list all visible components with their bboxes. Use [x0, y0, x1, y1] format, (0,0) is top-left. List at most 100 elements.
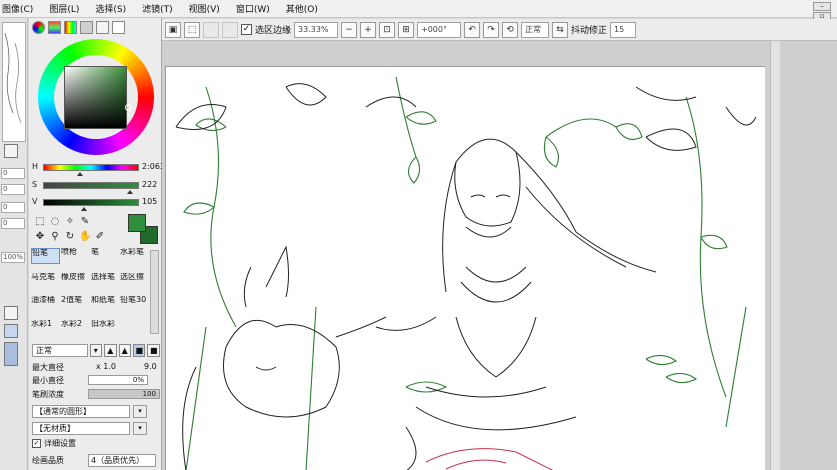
brush-shape-hard-icon[interactable]: ■ — [133, 343, 146, 357]
brush-shape-dropdown-icon[interactable]: ▾ — [133, 405, 147, 418]
select-all-icon[interactable]: ▣ — [165, 21, 181, 38]
rgb-slider-mode-icon[interactable] — [48, 21, 61, 34]
brush-watercolor-1[interactable]: 水彩1 — [31, 320, 60, 336]
lasso-icon[interactable]: ◌ — [49, 216, 61, 228]
color-wheel-mode-icon[interactable] — [32, 21, 45, 34]
swatch-mode-icon[interactable] — [96, 21, 109, 34]
brush-shape-combo[interactable]: 【通常的圆形】 — [32, 405, 130, 418]
stabilizer-field[interactable]: 15 — [610, 21, 637, 38]
brush-blend-select[interactable]: 正常 — [32, 343, 88, 357]
toolbar-blank-button[interactable] — [203, 21, 219, 38]
brush-marker[interactable]: 马克笔 — [31, 273, 60, 289]
h-slider-thumb[interactable] — [77, 172, 83, 176]
layer-button[interactable] — [4, 342, 18, 366]
magic-wand-icon[interactable]: ✧ — [64, 216, 76, 228]
brush-scrollbar[interactable] — [150, 250, 159, 334]
rotate-left-icon[interactable]: ↶ — [464, 21, 481, 38]
navigator-field[interactable]: 100% — [1, 252, 25, 263]
drawing-canvas[interactable] — [165, 66, 765, 470]
navigator-field[interactable]: 0 — [1, 218, 25, 229]
detail-settings-checkbox[interactable]: ✓ — [32, 439, 41, 448]
color-picker-marker[interactable] — [125, 104, 132, 111]
min-size-bar[interactable]: 0% — [88, 375, 148, 385]
foreground-color-swatch[interactable] — [128, 214, 146, 232]
scratchpad-mode-icon[interactable] — [112, 21, 125, 34]
h-slider-track[interactable] — [43, 164, 139, 171]
canvas-area[interactable] — [162, 41, 837, 470]
zoom-fit-icon[interactable]: ⊞ — [398, 21, 415, 38]
v-slider[interactable]: V 105 — [31, 197, 161, 211]
brush-shape-square-icon[interactable]: ■ — [147, 343, 160, 357]
quality-combo[interactable]: 4（品质优先） — [88, 454, 156, 467]
navigator-thumbnail[interactable] — [2, 22, 26, 142]
v-slider-thumb[interactable] — [81, 207, 87, 211]
zoom-reset-icon[interactable]: ⊡ — [379, 21, 396, 38]
brush-small-icon[interactable]: ✎ — [79, 216, 91, 228]
max-size-multiplier[interactable]: x 1.0 — [96, 362, 116, 371]
zoom-icon[interactable]: ⚲ — [49, 231, 61, 243]
menu-image[interactable]: 图像(C) — [2, 2, 33, 15]
toolbar-blank-button[interactable] — [222, 21, 238, 38]
move-icon[interactable]: ✥ — [34, 231, 46, 243]
brush-pencil[interactable]: 铅笔 — [31, 248, 60, 264]
toolbar-blend-mode[interactable]: 正常 — [521, 21, 550, 38]
minimize-icon[interactable]: – — [813, 2, 831, 11]
layer-button[interactable] — [4, 306, 18, 320]
rotate-reset-icon[interactable]: ⟲ — [502, 21, 519, 38]
brush-pencil30[interactable]: 铅笔30 — [120, 296, 149, 312]
color-saturation-square[interactable] — [64, 66, 127, 129]
v-slider-track[interactable] — [43, 199, 139, 206]
brush-select-eraser[interactable]: 选区擦 — [120, 273, 149, 289]
navigator-field[interactable]: 0 — [1, 202, 25, 213]
zoom-in-icon[interactable]: + — [360, 21, 377, 38]
color-wheel[interactable] — [38, 39, 154, 155]
brush-binary-pen[interactable]: 2值笔 — [61, 296, 90, 312]
s-slider-thumb[interactable] — [127, 190, 133, 194]
hand-icon[interactable]: ✋ — [79, 231, 91, 243]
brush-watercolor-2[interactable]: 水彩2 — [61, 320, 90, 336]
navigator-field[interactable]: 0 — [1, 184, 25, 195]
layer-button[interactable] — [4, 324, 18, 338]
brush-texture-dropdown-icon[interactable]: ▾ — [133, 422, 147, 435]
menu-select[interactable]: 选择(S) — [95, 2, 126, 15]
menu-layer[interactable]: 图层(L) — [49, 2, 79, 15]
brush-shape-triangle-icon[interactable]: ▲ — [104, 343, 117, 357]
s-slider-track[interactable] — [43, 182, 139, 189]
menu-window[interactable]: 窗口(W) — [236, 2, 270, 15]
zoom-out-icon[interactable]: − — [341, 21, 358, 38]
zoom-field[interactable]: 33.33% — [294, 21, 339, 38]
menu-other[interactable]: 其他(O) — [286, 2, 318, 15]
eyedropper-icon[interactable]: ✐ — [94, 231, 106, 243]
brush-eraser[interactable]: 橡皮擦 — [61, 273, 90, 289]
menu-filter[interactable]: 滤镜(T) — [142, 2, 173, 15]
selection-edge-checkbox[interactable]: ✓ — [241, 24, 252, 35]
density-bar[interactable]: 100 — [88, 389, 160, 399]
brush-airbrush[interactable]: 喷枪 — [61, 248, 90, 264]
brush-old-watercolor[interactable]: 旧水彩 — [91, 320, 120, 336]
rotate-right-icon[interactable]: ↷ — [483, 21, 500, 38]
brush-washi-pen[interactable]: 和纸笔 — [91, 296, 120, 312]
brush-texture-combo[interactable]: 【无材质】 — [32, 422, 130, 435]
select-rect-icon[interactable]: ⬚ — [34, 216, 46, 228]
mix-mode-icon[interactable] — [80, 21, 93, 34]
brush-pen[interactable]: 笔 — [91, 248, 120, 264]
max-size-value[interactable]: 9.0 — [144, 362, 157, 371]
menu-view[interactable]: 视图(V) — [189, 2, 220, 15]
s-slider[interactable]: S 222 — [31, 180, 161, 194]
canvas-vertical-scrollbar[interactable] — [770, 41, 780, 470]
navigator-field[interactable]: 0 — [1, 168, 25, 179]
brush-watercolor[interactable]: 水彩笔 — [120, 248, 149, 264]
tool-row-1: ⬚ ◌ ✧ ✎ — [34, 216, 91, 228]
h-slider[interactable]: H 2:063 — [31, 162, 165, 176]
blend-dropdown-icon[interactable]: ▾ — [89, 343, 103, 357]
deselect-icon[interactable]: ⬚ — [184, 21, 200, 38]
rotation-field[interactable]: +000° — [417, 21, 462, 38]
brush-shape-soft-icon[interactable]: ▲ — [118, 343, 131, 357]
navigator-button[interactable] — [4, 144, 18, 158]
flip-icon[interactable]: ⇆ — [552, 21, 569, 38]
rotate-icon[interactable]: ↻ — [64, 231, 76, 243]
brush-select-pen[interactable]: 选择笔 — [91, 273, 120, 289]
max-size-row: 最大直径 x 1.0 9.0 — [32, 361, 159, 373]
brush-bucket[interactable]: 油漆桶 — [31, 296, 60, 312]
hsv-slider-mode-icon[interactable] — [64, 21, 77, 34]
